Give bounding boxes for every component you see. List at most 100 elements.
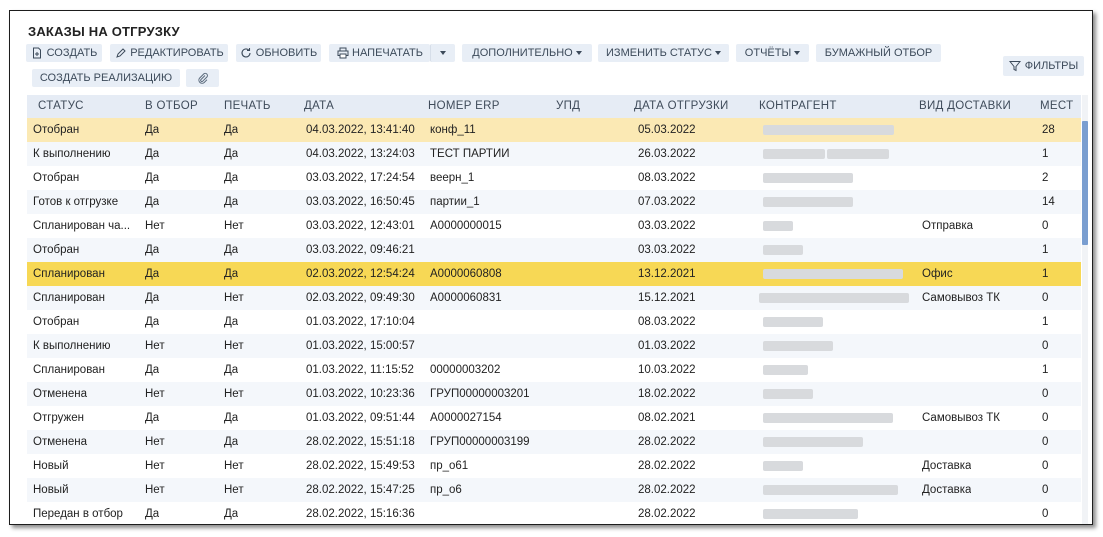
delivery-type-cell: Самовывоз ТК (922, 412, 1000, 424)
refresh-label: ОБНОВИТЬ (255, 47, 318, 59)
edit-button[interactable]: РЕДАКТИРОВАТЬ (110, 44, 228, 62)
redacted-block (763, 221, 793, 231)
table-row[interactable]: К выполнению Да Да 04.03.2022, 13:24:03 ТЕСТ… (27, 142, 1081, 166)
header-col-selection[interactable]: В ОТБОР (145, 95, 198, 118)
header-col-ship-date[interactable]: ДАТА ОТГРУЗКИ (634, 95, 729, 118)
reports-button[interactable]: ОТЧЁТЫ (736, 44, 809, 62)
delivery-type-cell: Доставка (922, 484, 972, 496)
table-row[interactable]: Спланирован Да Нет 02.03.2022, 09:49:30 А000… (27, 286, 1081, 310)
table-row[interactable]: Новый Нет Нет 28.02.2022, 15:49:53 пр_о61 28.… (27, 454, 1081, 478)
attach-button[interactable] (186, 69, 219, 87)
additional-label: ДОПОЛНИТЕЛЬНО (472, 47, 573, 59)
refresh-button[interactable]: ОБНОВИТЬ (236, 44, 321, 62)
table-row[interactable]: Отменена Нет Нет 01.03.2022, 10:23:36 ГРУП00… (27, 382, 1081, 406)
document-plus-icon (31, 47, 44, 60)
places-cell: 0 (1042, 388, 1049, 400)
counterparty-cell (27, 430, 1081, 454)
filters-button[interactable]: ФИЛЬТРЫ (1003, 56, 1084, 76)
redacted-block (763, 173, 853, 183)
table-row[interactable]: К выполнению Нет Нет 01.03.2022, 15:00:57 01… (27, 334, 1081, 358)
chevron-down-icon (714, 51, 721, 55)
delivery-type-cell: Самовывоз ТК (922, 292, 1000, 304)
redacted-block (759, 293, 909, 303)
redacted-block (763, 485, 898, 495)
places-cell: 0 (1042, 484, 1049, 496)
table-row[interactable]: Новый Нет Нет 28.02.2022, 15:47:25 пр_о6 28.0… (27, 478, 1081, 502)
vertical-scrollbar[interactable] (1082, 95, 1088, 524)
table-row[interactable]: Отгружен Да Да 01.03.2022, 09:51:44 А0000027… (27, 406, 1081, 430)
places-cell: 14 (1042, 196, 1055, 208)
chevron-down-icon (794, 51, 801, 55)
redacted-block (763, 509, 858, 519)
chevron-down-icon (440, 51, 446, 55)
header-col-upd[interactable]: УПД (556, 95, 580, 118)
redacted-block (763, 269, 903, 279)
header-col-status[interactable]: СТАТУС (38, 95, 84, 118)
redacted-block (763, 437, 863, 447)
redacted-block (763, 125, 894, 135)
redacted-block (763, 461, 803, 471)
pencil-icon (114, 47, 127, 60)
places-cell: 0 (1042, 412, 1049, 424)
table-row[interactable]: Отобран Да Да 04.03.2022, 13:41:40 конф_11 05… (27, 118, 1081, 142)
create-button[interactable]: СОЗДАТЬ (26, 44, 102, 62)
orders-window: ЗАКАЗЫ НА ОТГРУЗКУ СОЗДАТЬ РЕДАКТИРОВАТЬ… (9, 10, 1093, 525)
header-col-places[interactable]: МЕСТ (1040, 95, 1073, 118)
places-cell: 1 (1042, 364, 1049, 376)
counterparty-cell (27, 166, 1081, 190)
table-row[interactable]: Отменена Нет Да 28.02.2022, 15:51:18 ГРУП000… (27, 430, 1081, 454)
header-col-date[interactable]: ДАТА (304, 95, 334, 118)
redacted-block (763, 389, 813, 399)
header-col-erp[interactable]: НОМЕР ERP (428, 95, 500, 118)
delivery-type-cell: Доставка (922, 460, 972, 472)
print-label: НАПЕЧАТАТЬ (352, 47, 423, 59)
counterparty-cell (27, 190, 1081, 214)
table-row[interactable]: Отобран Да Да 03.03.2022, 09:46:21 03.03.202… (27, 238, 1081, 262)
paper-selection-label: БУМАЖНЫЙ ОТБОР (824, 47, 933, 59)
places-cell: 0 (1042, 220, 1049, 232)
orders-table: СТАТУС В ОТБОР ПЕЧАТЬ ДАТА НОМЕР ERP УПД ДАТА … (27, 95, 1081, 524)
table-row[interactable]: Готов к отгрузке Да Да 03.03.2022, 16:50:45… (27, 190, 1081, 214)
places-cell: 0 (1042, 340, 1049, 352)
print-button[interactable]: НАПЕЧАТАТЬ (329, 44, 430, 62)
paper-selection-button[interactable]: БУМАЖНЫЙ ОТБОР (816, 44, 941, 62)
create-label: СОЗДАТЬ (46, 47, 98, 59)
header-col-delivery[interactable]: ВИД ДОСТАВКИ (919, 95, 1011, 118)
table-row[interactable]: Отобран Да Да 03.03.2022, 17:24:54 веерн_1 08… (27, 166, 1081, 190)
table-row[interactable]: Спланирован ча... Нет Нет 03.03.2022, 12:43… (27, 214, 1081, 238)
places-cell: 0 (1042, 508, 1049, 520)
places-cell: 1 (1042, 316, 1049, 328)
header-col-print[interactable]: ПЕЧАТЬ (224, 95, 271, 118)
create-sale-button[interactable]: СОЗДАТЬ РЕАЛИЗАЦИЮ (32, 69, 180, 87)
places-cell: 2 (1042, 172, 1049, 184)
redacted-block (763, 341, 833, 351)
places-cell: 0 (1042, 292, 1049, 304)
chevron-down-icon (575, 51, 582, 55)
change-status-button[interactable]: ИЗМЕНИТЬ СТАТУС (598, 44, 729, 62)
counterparty-cell (27, 238, 1081, 262)
header-col-counterparty[interactable]: КОНТРАГЕНТ (759, 95, 837, 118)
places-cell: 1 (1042, 148, 1049, 160)
places-cell: 28 (1042, 124, 1055, 136)
reports-label: ОТЧЁТЫ (744, 47, 792, 59)
redacted-block (763, 197, 853, 207)
counterparty-cell (27, 334, 1081, 358)
counterparty-cell (27, 142, 1081, 166)
paperclip-icon (196, 72, 209, 85)
places-cell: 1 (1042, 244, 1049, 256)
additional-menu-button[interactable]: ДОПОЛНИТЕЛЬНО (462, 44, 592, 62)
redacted-block (763, 245, 803, 255)
print-dropdown-button[interactable] (430, 44, 455, 62)
redacted-block (827, 149, 889, 159)
page-title: ЗАКАЗЫ НА ОТГРУЗКУ (28, 24, 180, 39)
table-row[interactable]: Передан в отбор Да Да 28.02.2022, 15:16:36 2… (27, 502, 1081, 524)
scrollbar-thumb[interactable] (1082, 121, 1088, 245)
change-status-label: ИЗМЕНИТЬ СТАТУС (606, 47, 712, 59)
counterparty-cell (27, 382, 1081, 406)
table-row[interactable]: Отобран Да Да 01.03.2022, 17:10:04 08.03.202… (27, 310, 1081, 334)
table-row[interactable]: Спланирован Да Да 01.03.2022, 11:15:52 00000… (27, 358, 1081, 382)
refresh-icon (240, 47, 253, 60)
table-row[interactable]: Спланирован Да Да 02.03.2022, 12:54:24 А0000… (27, 262, 1081, 286)
redacted-block (763, 365, 808, 375)
redacted-block (763, 413, 893, 423)
